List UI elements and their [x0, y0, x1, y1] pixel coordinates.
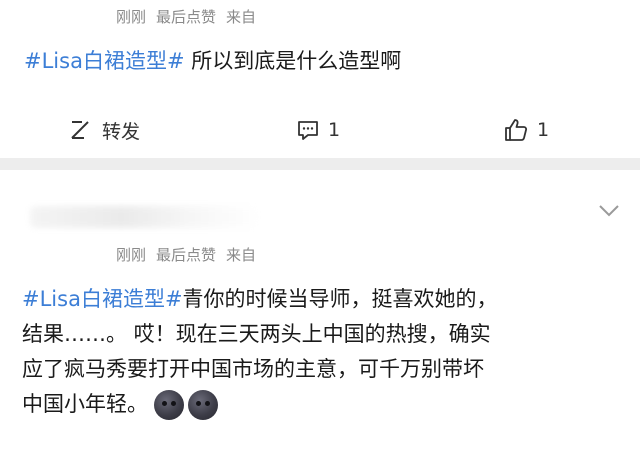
blurred-username	[30, 206, 260, 228]
last-liked-label: 最后点赞	[156, 8, 217, 26]
post-body: #Lisa白裙造型# 所以到底是什么造型啊	[24, 44, 624, 79]
post-text: 青你的时候当导师，挺喜欢她的，	[182, 287, 498, 311]
repost-icon	[71, 121, 89, 139]
new-moon-face-icon	[154, 390, 184, 420]
post-text: 所以到底是什么造型啊	[184, 49, 402, 73]
repost-button[interactable]: 转发	[68, 112, 140, 148]
post-text: 中国小年轻。	[22, 392, 148, 416]
post-line-1: #Lisa白裙造型#青你的时候当导师，挺喜欢她的，	[22, 282, 622, 317]
post-time: 刚刚	[116, 8, 147, 26]
thumbs-up-icon	[505, 119, 528, 141]
like-button[interactable]: 1	[503, 112, 549, 148]
last-liked-label: 最后点赞	[156, 246, 217, 264]
comment-button[interactable]: 1	[296, 112, 340, 148]
comment-count: 1	[328, 119, 341, 141]
emoji-group	[154, 390, 218, 420]
post-source: 来自	[226, 246, 257, 264]
fade-overlay	[0, 0, 640, 30]
repost-label: 转发	[102, 120, 141, 143]
post-card-2: 刚刚 最后点赞 来自 #Lisa白裙造型#青你的时候当导师，挺喜欢她的， 结果……。…	[0, 170, 640, 462]
like-count: 1	[537, 119, 550, 141]
weibo-feed: 刚刚 最后点赞 来自 #Lisa白裙造型# 所以到底是什么造型啊 转发 1 1 …	[0, 0, 640, 462]
post-divider	[0, 158, 640, 170]
post-line-2: 结果……。 哎！现在三天两头上中国的热搜，确实	[22, 322, 491, 346]
fade-overlay	[300, 234, 640, 264]
post-source: 来自	[226, 8, 257, 26]
action-bar: 转发 1 1	[0, 112, 640, 148]
post-card-1: 刚刚 最后点赞 来自 #Lisa白裙造型# 所以到底是什么造型啊 转发 1 1	[0, 0, 640, 158]
post-meta: 刚刚 最后点赞 来自	[116, 6, 266, 27]
comment-icon	[298, 121, 318, 140]
topic-link[interactable]: #Lisa白裙造型#	[24, 49, 185, 73]
post-body: #Lisa白裙造型#青你的时候当导师，挺喜欢她的， 结果……。 哎！现在三天两头…	[22, 282, 622, 422]
post-time: 刚刚	[116, 246, 147, 264]
topic-link[interactable]: #Lisa白裙造型#	[22, 287, 183, 311]
post-meta: 刚刚 最后点赞 来自	[116, 244, 266, 265]
post-line-3: 应了疯马秀要打开中国市场的主意，可千万别带坏	[22, 357, 484, 381]
post-line-4: 中国小年轻。	[22, 387, 622, 422]
chevron-down-icon[interactable]	[598, 204, 620, 218]
new-moon-face-icon	[188, 390, 218, 420]
